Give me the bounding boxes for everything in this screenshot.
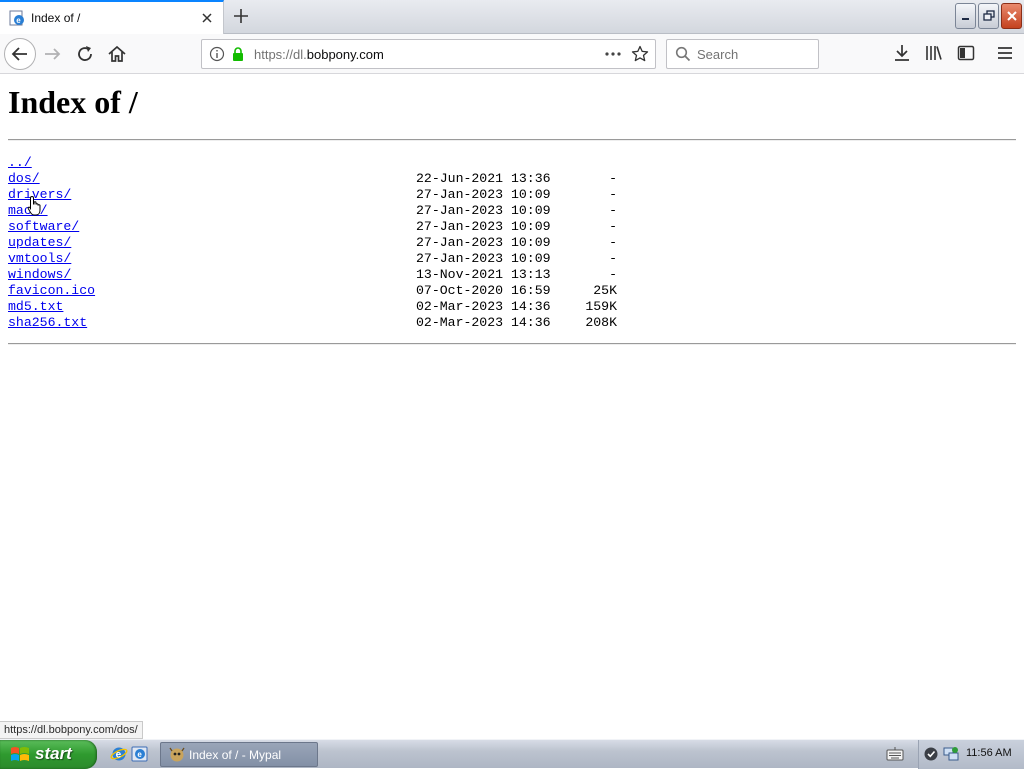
entry-date: 27-Jan-2023 10:09 <box>416 187 551 202</box>
ie-page-icon: e <box>9 10 24 26</box>
menu-hamburger-icon[interactable] <box>995 43 1015 63</box>
sidebar-icon[interactable] <box>956 43 976 63</box>
back-button[interactable] <box>4 38 36 70</box>
bookmark-star-icon[interactable] <box>631 45 649 63</box>
entry-size: 25K <box>593 283 617 298</box>
entry-size: - <box>609 235 617 250</box>
system-tray: 11:56 AM <box>918 740 1024 769</box>
entry-date: 27-Jan-2023 10:09 <box>416 251 551 266</box>
ie-quicklaunch-icon[interactable]: e <box>110 745 128 763</box>
list-item: ../ <box>8 155 55 171</box>
list-item: vmtools/ 27-Jan-2023 10:09 - <box>8 251 617 267</box>
page-actions-icon[interactable] <box>603 45 623 63</box>
svg-text:e: e <box>16 16 21 25</box>
entry-size: - <box>609 171 617 186</box>
forward-arrow-icon[interactable] <box>41 42 65 66</box>
url-text[interactable]: https://dl.bobpony.com <box>254 47 384 62</box>
entry-date: 22-Jun-2021 13:36 <box>416 171 551 186</box>
directory-listing: ../ dos/ 22-Jun-2021 13:36 - drivers/ 27… <box>8 155 617 331</box>
divider-bottom <box>8 343 1016 345</box>
list-item: dos/ 22-Jun-2021 13:36 - <box>8 171 617 187</box>
entry-date: 27-Jan-2023 10:09 <box>416 203 551 218</box>
taskbar-item-label: Index of / - Mypal <box>189 748 282 762</box>
close-icon <box>1006 11 1017 21</box>
entry-link[interactable]: sha256.txt <box>8 315 87 330</box>
entry-size: - <box>609 187 617 202</box>
entry-date: 13-Nov-2021 13:13 <box>416 267 551 282</box>
list-item: updates/ 27-Jan-2023 10:09 - <box>8 235 617 251</box>
restore-icon <box>982 10 995 21</box>
entry-link[interactable]: software/ <box>8 219 79 234</box>
entry-size: - <box>609 203 617 218</box>
network-icon[interactable] <box>943 746 959 762</box>
downloads-icon[interactable] <box>892 43 912 63</box>
url-prefix: https://dl. <box>254 47 307 62</box>
mypal-app-icon <box>169 747 185 762</box>
page-content: Index of / ../ dos/ 22-Jun-2021 13:36 - … <box>0 75 1024 720</box>
keyboard-language-icon[interactable] <box>886 746 904 762</box>
svg-text:e: e <box>116 750 122 761</box>
entry-date: 07-Oct-2020 16:59 <box>416 283 551 298</box>
hand-cursor-icon <box>27 195 41 216</box>
list-item: windows/ 13-Nov-2021 13:13 - <box>8 267 617 283</box>
browser-quicklaunch-icon[interactable]: e <box>131 745 149 763</box>
link-status-tooltip: https://dl.bobpony.com/dos/ <box>0 721 143 739</box>
windows-flag-icon <box>11 747 29 761</box>
start-label: start <box>35 744 72 763</box>
entry-date: 02-Mar-2023 14:36 <box>416 315 551 330</box>
taskbar: start e e Index of / - Mypal 11:56 AM <box>0 739 1024 769</box>
search-placeholder: Search <box>697 47 739 62</box>
navigation-toolbar: https://dl.bobpony.com Search <box>0 34 1024 74</box>
start-button[interactable]: start <box>0 740 97 769</box>
reload-icon[interactable] <box>73 42 97 66</box>
info-icon[interactable] <box>209 46 225 62</box>
window-controls <box>955 3 1022 31</box>
entry-link[interactable]: favicon.ico <box>8 283 95 298</box>
entry-size: - <box>609 219 617 234</box>
search-icon <box>675 46 691 62</box>
entry-date: 27-Jan-2023 10:09 <box>416 235 551 250</box>
search-input[interactable]: Search <box>666 39 819 69</box>
tab-strip: e Index of / <box>0 0 1024 34</box>
entry-date: 27-Jan-2023 10:09 <box>416 219 551 234</box>
entry-link[interactable]: windows/ <box>8 267 71 282</box>
taskbar-item-mypal[interactable]: Index of / - Mypal <box>160 742 318 767</box>
home-icon[interactable] <box>105 42 129 66</box>
minimize-button[interactable] <box>955 3 976 29</box>
url-domain: bobpony.com <box>306 47 384 62</box>
entry-size: 159K <box>585 299 617 314</box>
new-tab-icon[interactable] <box>229 5 253 27</box>
entry-link[interactable]: md5.txt <box>8 299 63 314</box>
entry-link[interactable]: dos/ <box>8 171 40 186</box>
close-window-button[interactable] <box>1001 3 1022 29</box>
restore-button[interactable] <box>978 3 999 29</box>
clock: 11:56 AM <box>966 747 1012 759</box>
secure-lock-icon[interactable] <box>230 46 246 62</box>
divider-top <box>8 139 1016 141</box>
close-tab-icon[interactable] <box>198 9 216 27</box>
page-title: Index of / <box>8 84 138 120</box>
library-icon[interactable] <box>924 43 944 63</box>
entry-size: - <box>609 251 617 266</box>
list-item: software/ 27-Jan-2023 10:09 - <box>8 219 617 235</box>
tab-active[interactable]: e Index of / <box>0 0 224 34</box>
entry-link[interactable]: vmtools/ <box>8 251 71 266</box>
minimize-icon <box>961 18 969 20</box>
back-arrow-icon <box>11 47 27 61</box>
entry-link[interactable]: updates/ <box>8 235 71 250</box>
tab-title: Index of / <box>31 11 81 25</box>
svg-text:e: e <box>137 750 142 759</box>
entry-size: 208K <box>585 315 617 330</box>
entry-link[interactable]: ../ <box>8 155 32 170</box>
entry-size: - <box>609 267 617 282</box>
list-item: favicon.ico 07-Oct-2020 16:59 25K <box>8 283 617 299</box>
list-item: sha256.txt 02-Mar-2023 14:36 208K <box>8 315 617 331</box>
entry-date: 02-Mar-2023 14:36 <box>416 299 551 314</box>
security-shield-icon[interactable] <box>923 746 939 762</box>
address-bar[interactable]: https://dl.bobpony.com <box>201 39 656 69</box>
list-item: md5.txt 02-Mar-2023 14:36 159K <box>8 299 617 315</box>
